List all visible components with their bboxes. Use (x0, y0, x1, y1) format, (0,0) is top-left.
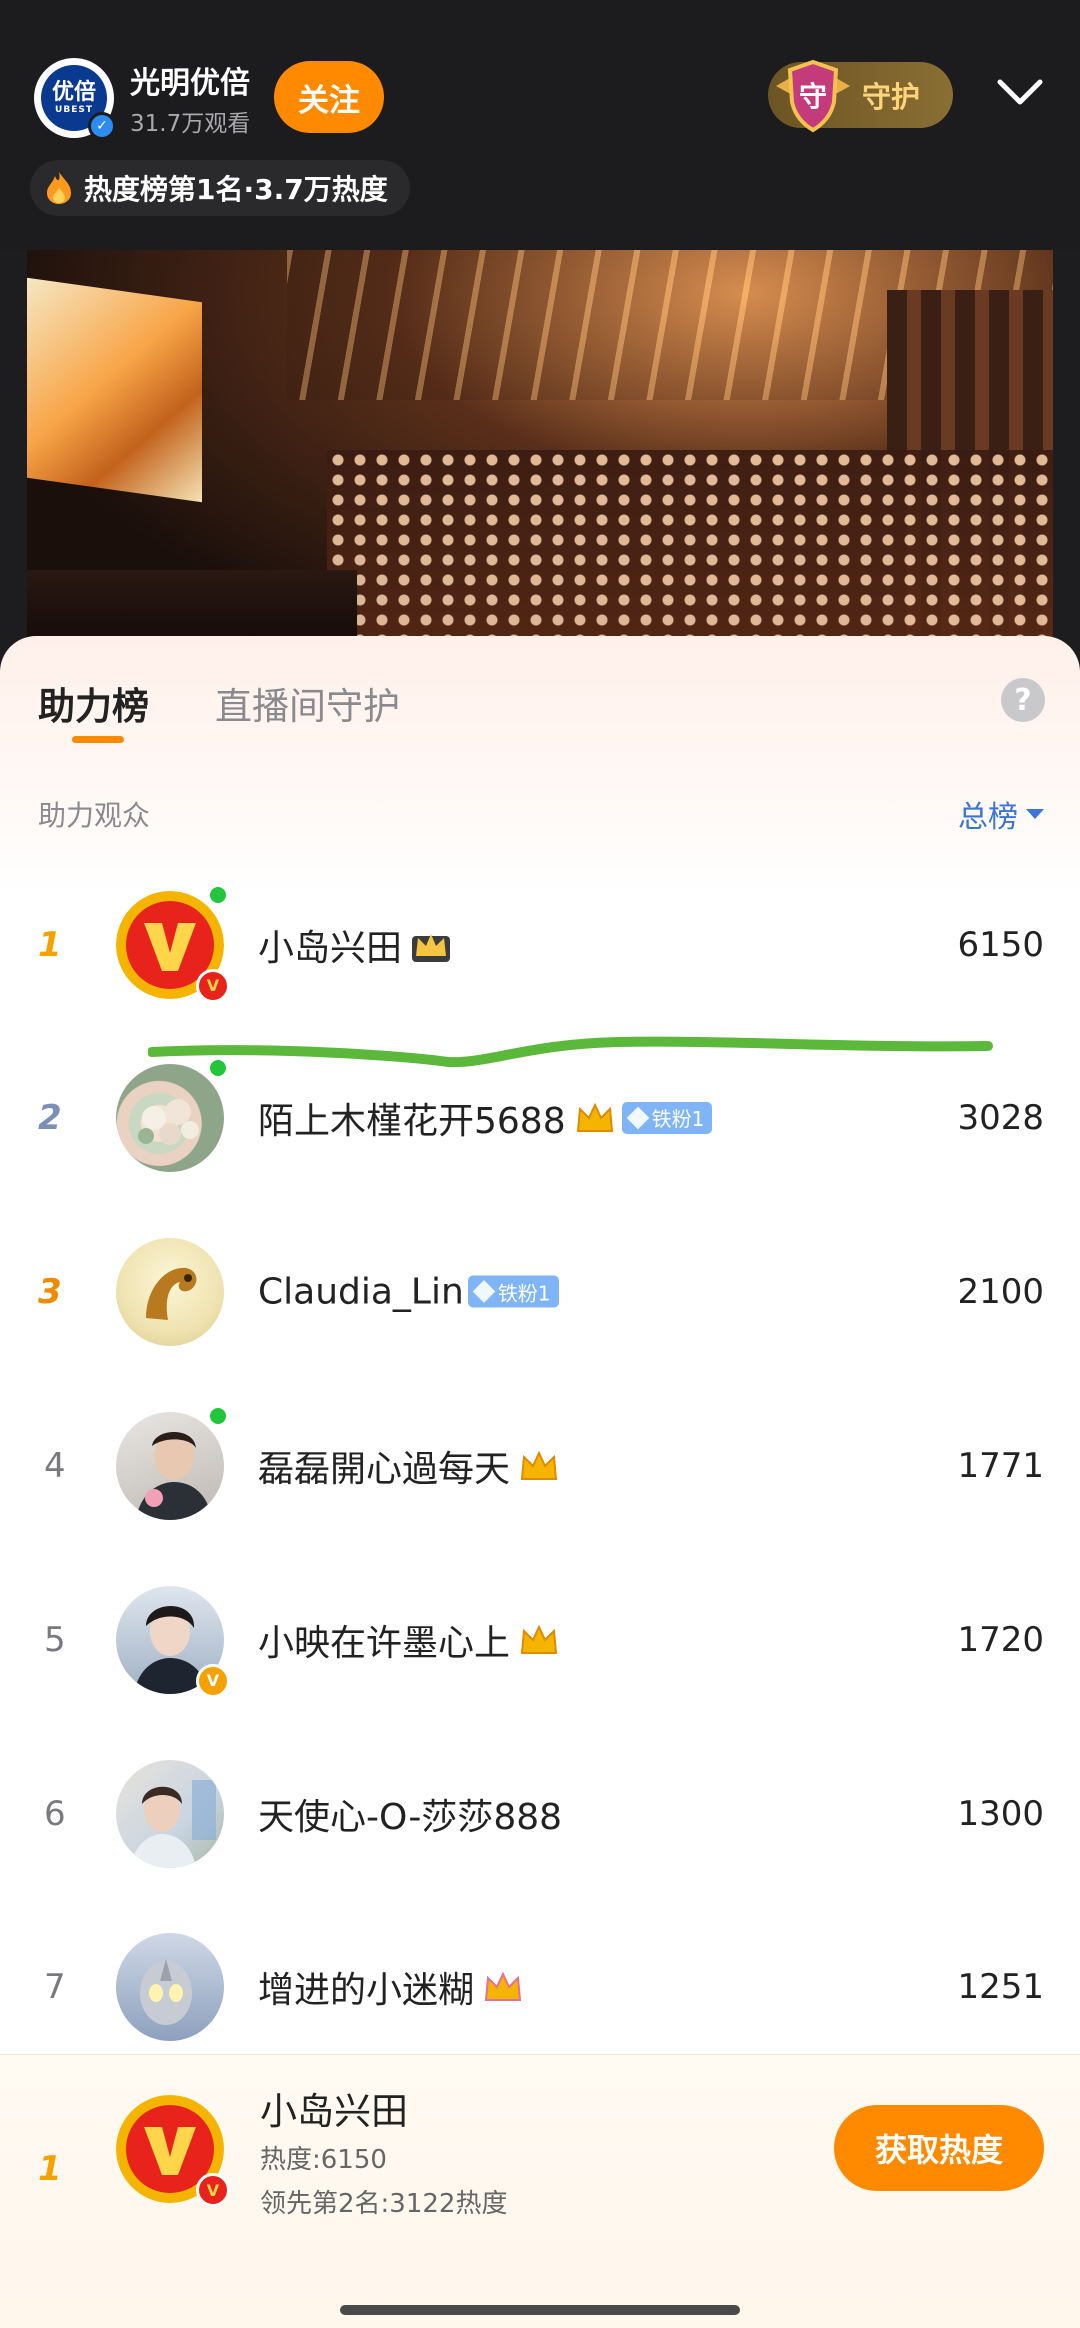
user-name-text: 小岛兴田 (258, 927, 403, 969)
online-indicator (210, 1407, 226, 1424)
list-item[interactable]: 1 V 小岛兴田 6150 (0, 858, 1080, 1031)
flower-bouquet-avatar-icon (138, 1098, 199, 1145)
viewer-count: 31.7万观看 (130, 111, 251, 137)
list-item[interactable]: 5 V 小映在许墨心上 1720 (0, 1553, 1080, 1726)
user-name-text: Claudia_Lin (258, 1271, 464, 1312)
hot-rank-pill[interactable]: 热度榜第1名·3.7万热度 (30, 160, 410, 216)
live-header: 优倍 UBEST ✓ 光明优倍 31.7万观看 关注 守 守护 热度榜第1名·3… (0, 0, 1080, 250)
home-indicator[interactable] (340, 2305, 740, 2315)
heat-score: 1300 (957, 1793, 1044, 1834)
avatar[interactable] (116, 1059, 226, 1172)
user-name-text: 天使心-O-莎莎888 (258, 1796, 563, 1838)
rank-number: 6 (44, 1793, 66, 1834)
caret-down-icon (1026, 809, 1044, 819)
my-avatar[interactable]: V (116, 2095, 230, 2207)
heat-score: 3028 (957, 1097, 1044, 1138)
dragon-avatar-icon (146, 1267, 197, 1320)
list-item[interactable]: 2 陌上木槿花开5688 铁粉1 3028 (0, 1031, 1080, 1204)
list-item[interactable]: 6 天使心-O-莎莎888 1300 (0, 1727, 1080, 1900)
avatar[interactable]: V (116, 886, 230, 1003)
help-icon[interactable]: ? (1001, 678, 1045, 722)
person-avatar-icon (136, 1431, 212, 1520)
hot-rank-text: 热度榜第1名·3.7万热度 (84, 173, 388, 206)
diamond-icon (472, 1280, 496, 1303)
ranking-period-select[interactable]: 总榜 (958, 792, 1044, 836)
flame-icon (47, 172, 71, 204)
fan-level-badge: 铁粉1 (621, 1101, 713, 1134)
chevron-down-icon[interactable] (994, 72, 1046, 112)
active-tab-indicator (72, 736, 124, 743)
user-name-text: 磊磊開心過每天 (258, 1448, 511, 1490)
list-item[interactable]: 3 Claudia_Lin 铁粉1 2100 (0, 1205, 1080, 1378)
brand-logo-subtext: UBEST (55, 104, 93, 115)
user-name[interactable]: 小映在许墨心上 (258, 1614, 562, 1666)
my-name: 小岛兴田 (260, 2090, 408, 2133)
crown-icon (576, 1102, 613, 1132)
guard-shield-icon: 守 (776, 59, 850, 133)
follow-button[interactable]: 关注 (274, 61, 384, 133)
user-name-text: 增进的小迷糊 (258, 1969, 475, 2011)
host-name[interactable]: 光明优倍 (130, 58, 250, 102)
crown-icon (412, 933, 451, 962)
live-video[interactable] (27, 250, 1053, 670)
rank-number: 1 (38, 924, 62, 965)
avatar[interactable] (116, 1932, 224, 2041)
fan-level-text: 铁粉1 (651, 1107, 705, 1131)
brand-logo-text: 优倍 (51, 79, 96, 105)
my-lead: 领先第2名:3122热度 (260, 2189, 508, 2219)
diamond-icon (626, 1106, 649, 1129)
avatar[interactable] (116, 1237, 224, 1346)
verified-v-icon: V (196, 968, 230, 1003)
verified-v-icon: V (196, 2173, 230, 2207)
person-avatar-icon (130, 1779, 216, 1868)
crown-icon (520, 1624, 558, 1654)
user-name[interactable]: 陌上木槿花开5688 铁粉1 (258, 1092, 713, 1144)
guard-label: 守护 (862, 80, 921, 114)
rank-number: 5 (44, 1619, 66, 1660)
avatar[interactable]: V (116, 1585, 230, 1698)
online-indicator (210, 1059, 226, 1076)
guard-shield-glyph: 守 (799, 80, 827, 113)
my-heat: 热度:6150 (260, 2145, 387, 2175)
fan-level-text: 铁粉1 (497, 1281, 551, 1305)
user-name[interactable]: 天使心-O-莎莎888 (258, 1788, 562, 1840)
tab-support-ranking[interactable]: 助力榜 (38, 676, 149, 730)
online-indicator (210, 886, 226, 903)
user-name-text: 陌上木槿花开5688 (258, 1100, 566, 1142)
host-avatar[interactable]: 优倍 UBEST ✓ (34, 58, 116, 140)
heat-score: 2100 (957, 1271, 1044, 1312)
list-item[interactable]: 4 磊磊開心過每天 1771 (0, 1379, 1080, 1552)
crown-icon (520, 1450, 558, 1480)
heat-score: 1720 (957, 1619, 1044, 1660)
heat-score: 6150 (957, 924, 1044, 965)
user-name[interactable]: 小岛兴田 (258, 919, 454, 971)
verified-icon: ✓ (88, 112, 116, 140)
video-stage-screen (27, 277, 202, 503)
ultraman-avatar-icon (140, 1958, 192, 2025)
verified-v-icon: V (196, 1663, 230, 1698)
rank-number: 7 (44, 1966, 66, 2007)
crown-icon (484, 1971, 522, 2001)
user-name-text: 小映在许墨心上 (258, 1622, 511, 1664)
rank-number: 4 (44, 1445, 66, 1486)
user-name[interactable]: 增进的小迷糊 (258, 1961, 526, 2013)
ranking-period-value: 总榜 (958, 800, 1018, 835)
my-rank-footer: 1 V 小岛兴田 热度:6150 领先第2名:3122热度 获取热度 (0, 2054, 1080, 2328)
list-item[interactable]: 7 增进的小迷糊 1251 (0, 1900, 1080, 2073)
rank-number: 2 (38, 1097, 62, 1138)
user-name[interactable]: Claudia_Lin 铁粉1 (258, 1271, 559, 1312)
heat-score: 1771 (957, 1445, 1044, 1486)
user-name[interactable]: 磊磊開心過每天 (258, 1440, 562, 1492)
avatar[interactable] (116, 1759, 224, 1868)
get-heat-button[interactable]: 获取热度 (834, 2105, 1044, 2191)
section-label: 助力观众 (38, 799, 151, 832)
heat-score: 1251 (957, 1966, 1044, 2007)
rank-number: 3 (38, 1271, 62, 1312)
my-rank-number: 1 (38, 2149, 62, 2189)
fan-level-badge: 铁粉1 (467, 1275, 559, 1308)
avatar[interactable] (116, 1407, 226, 1520)
tab-room-guard[interactable]: 直播间守护 (215, 676, 400, 730)
